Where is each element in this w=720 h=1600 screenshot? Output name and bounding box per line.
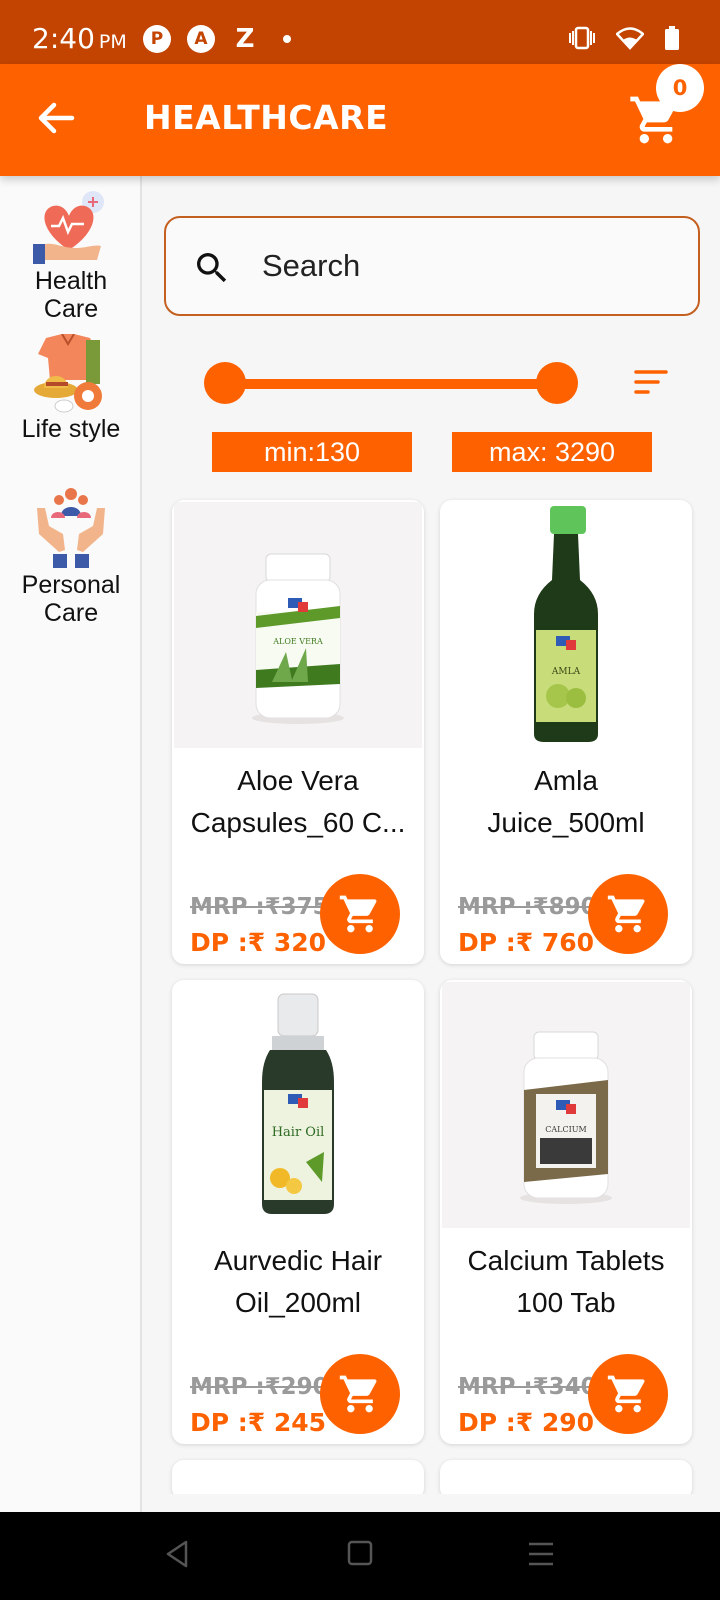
z-notification-icon: Z (235, 24, 255, 54)
product-card-partial[interactable] (440, 1460, 692, 1494)
aloe-vera-bottle-image: ALOE VERA (252, 553, 344, 724)
product-name: Aurvedic Hair Oil_200ml (213, 1245, 383, 1318)
system-status-icons (568, 26, 680, 50)
cart-count-badge: 0 (656, 64, 704, 112)
lifestyle-icon (34, 334, 102, 413)
product-mrp: MRP :₹375 (190, 894, 329, 920)
app-notification-icon: P (143, 25, 171, 53)
category-label: Care (43, 599, 99, 627)
more-notifications-icon (283, 35, 291, 43)
category-label: Health (34, 267, 108, 295)
category-label: Personal (21, 571, 121, 599)
add-to-cart-button[interactable] (588, 1354, 668, 1434)
app-a-notification-icon: A (187, 25, 215, 53)
product-card[interactable]: Hair Oil Aurvedic Hair Oil_200ml MRP :₹29… (172, 980, 424, 1444)
product-image: ALOE VERA (174, 502, 422, 748)
max-price-label: max: 3290 (452, 432, 652, 472)
product-mrp: MRP :₹290 (190, 1374, 329, 1400)
product-card[interactable]: ALOE VERA Aloe Vera Capsules_60 C... MRP … (172, 500, 424, 964)
category-label: Care (43, 295, 99, 323)
add-to-cart-button[interactable] (320, 874, 400, 954)
sort-filter-icon[interactable] (634, 368, 668, 396)
add-cart-icon (607, 895, 645, 933)
product-name: Amla Juice_500ml (487, 765, 645, 838)
notification-icons: P A Z (143, 24, 291, 54)
svg-text:CALCIUM: CALCIUM (545, 1125, 586, 1134)
slider-max-handle[interactable] (536, 362, 578, 404)
product-name: Calcium Tablets 100 Tab (467, 1245, 665, 1318)
app-bar: HEALTHCARE (0, 64, 720, 176)
search-input[interactable]: Search (164, 216, 700, 316)
add-to-cart-button[interactable] (588, 874, 668, 954)
vibrate-icon (569, 26, 595, 50)
category-sidebar: Health Care Life style Personal Care (0, 176, 142, 1512)
search-icon (197, 253, 227, 283)
product-dp-price: DP :₹ 320 (190, 928, 327, 957)
healthcare-icon (33, 191, 104, 264)
svg-text:ALOE VERA: ALOE VERA (272, 637, 323, 646)
min-price-label: min:130 (212, 432, 412, 472)
slider-min-handle[interactable] (204, 362, 246, 404)
nav-menu-icon[interactable] (526, 1538, 556, 1570)
amla-juice-bottle-image: AMLA (534, 506, 598, 742)
nav-home-icon[interactable] (346, 1538, 374, 1568)
category-life-style[interactable]: Life style (0, 334, 142, 442)
personal-care-icon (37, 488, 105, 568)
product-image: Hair Oil (174, 982, 422, 1228)
product-card[interactable]: AMLA Amla Juice_500ml MRP :₹890 DP :₹ 760 (440, 500, 692, 964)
product-dp-price: DP :₹ 290 (458, 1408, 595, 1437)
svg-text:Hair Oil: Hair Oil (272, 1125, 325, 1140)
battery-icon (665, 26, 679, 50)
hair-oil-bottle-image: Hair Oil (262, 993, 334, 1214)
category-personal-care[interactable]: Personal Care (0, 486, 142, 626)
add-to-cart-button[interactable] (320, 1354, 400, 1434)
product-image: CALCIUM (442, 982, 690, 1228)
product-dp-price: DP :₹ 245 (190, 1408, 327, 1437)
category-label: Life style (21, 415, 121, 443)
wifi-icon (616, 27, 644, 50)
calcium-tablets-bottle-image: CALCIUM (520, 1031, 612, 1204)
status-bar: 2:40 PM P A Z (0, 0, 720, 64)
add-cart-icon (607, 1375, 645, 1413)
product-mrp: MRP :₹340 (458, 1374, 597, 1400)
slider-track (224, 379, 556, 389)
search-placeholder: Search (262, 248, 361, 283)
add-cart-icon (339, 895, 377, 933)
product-card[interactable]: CALCIUM Calcium Tablets 100 Tab MRP :₹340… (440, 980, 692, 1444)
category-health-care[interactable]: Health Care (0, 188, 142, 322)
system-nav-bar (0, 1512, 720, 1600)
nav-back-icon[interactable] (162, 1538, 192, 1570)
back-button[interactable] (34, 96, 78, 140)
status-time: 2:40 PM (32, 22, 127, 55)
product-grid: ALOE VERA Aloe Vera Capsules_60 C... MRP … (160, 494, 710, 1494)
product-mrp: MRP :₹890 (458, 894, 597, 920)
product-dp-price: DP :₹ 760 (458, 928, 595, 957)
product-image: AMLA (442, 502, 690, 748)
page-title: HEALTHCARE (144, 98, 389, 137)
add-cart-icon (339, 1375, 377, 1413)
product-name: Aloe Vera Capsules_60 C... (190, 765, 406, 838)
price-range-slider[interactable] (204, 362, 578, 406)
back-arrow-icon (38, 102, 75, 134)
product-card-partial[interactable] (172, 1460, 424, 1494)
svg-text:AMLA: AMLA (551, 667, 581, 677)
